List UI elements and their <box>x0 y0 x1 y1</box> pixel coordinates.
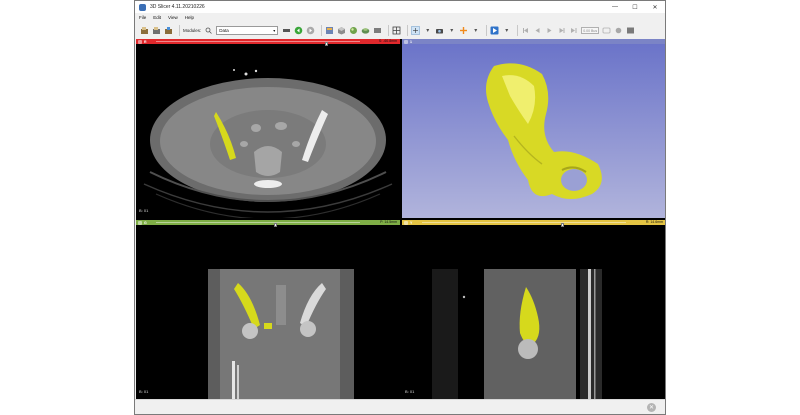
sagittal-ct-image <box>432 269 602 399</box>
toolbar-separator <box>321 25 323 36</box>
placement-icon[interactable] <box>459 26 468 35</box>
time-display-field[interactable]: 0.00 Bus <box>581 27 600 34</box>
screenshot-icon[interactable] <box>435 26 444 35</box>
chevron-down-icon[interactable]: ▾ <box>502 26 511 35</box>
module-search-icon[interactable] <box>204 26 213 35</box>
axial-view-annotation: B: 01 <box>139 208 149 213</box>
3d-view[interactable]: 1 <box>402 39 665 218</box>
maximize-button[interactable]: ☐ <box>625 1 645 13</box>
module-history-icon[interactable] <box>282 26 291 35</box>
menu-file[interactable]: File <box>139 15 146 20</box>
window-controls: — ☐ ✕ <box>605 1 665 13</box>
3d-view-label: 1 <box>410 39 412 44</box>
menu-help[interactable]: Help <box>185 15 194 20</box>
modules-label: Modules: <box>183 28 202 33</box>
transforms-icon[interactable] <box>361 26 370 35</box>
welcome-icon[interactable] <box>325 26 334 35</box>
sagittal-view-label: Y <box>410 220 413 225</box>
toolbar-separator <box>517 25 519 36</box>
coronal-slice-view[interactable]: G P: 14.5mm B: 01 <box>136 220 400 399</box>
sagittal-view-annotation: B: 01 <box>405 389 415 394</box>
coronal-ct-image <box>208 269 354 399</box>
record-icon[interactable] <box>614 26 623 35</box>
toolbar-separator <box>388 25 390 36</box>
axial-slice-view[interactable]: R S: -60.8mm B: 01 <box>136 39 400 218</box>
chevron-down-icon[interactable]: ▾ <box>423 26 432 35</box>
menu-bar: File Edit View Help <box>135 13 665 22</box>
save-icon[interactable] <box>164 26 173 35</box>
toolbar-separator <box>179 25 180 36</box>
chevron-down-icon[interactable]: ▾ <box>447 26 456 35</box>
axial-offset-slider[interactable] <box>156 41 360 46</box>
close-icon[interactable]: ✕ <box>647 403 656 412</box>
previous-frame-icon[interactable] <box>533 26 542 35</box>
first-frame-icon[interactable] <box>521 26 530 35</box>
status-bar: ✕ <box>135 399 665 414</box>
next-frame-icon[interactable] <box>557 26 566 35</box>
chevron-down-icon[interactable]: ▾ <box>471 26 480 35</box>
sagittal-slice-view[interactable]: Y R: 14.6mm B: 01 <box>402 220 665 399</box>
markups-icon[interactable] <box>373 26 382 35</box>
models-icon[interactable] <box>349 26 358 35</box>
coronal-view-label: G <box>144 220 147 225</box>
menu-view[interactable]: View <box>168 15 178 20</box>
pin-icon[interactable] <box>404 39 408 44</box>
coronal-offset-slider[interactable] <box>156 222 360 227</box>
module-selected-value: Data <box>219 28 229 33</box>
chevron-down-icon: ▾ <box>273 28 276 33</box>
main-toolbar: Modules: Data ▾ ▾ ▾ ▾ ▾ 0.00 Bus <box>135 22 665 39</box>
axial-view-label: R <box>144 39 147 44</box>
sagittal-offset-slider[interactable] <box>422 222 626 227</box>
crosshair-icon[interactable] <box>411 26 421 35</box>
interaction-mode-icon[interactable] <box>490 26 499 35</box>
module-selector[interactable]: Data ▾ <box>216 26 279 35</box>
dicom-icon[interactable] <box>152 26 161 35</box>
load-data-icon[interactable] <box>140 26 149 35</box>
toolbar-separator <box>407 25 409 36</box>
repeat-icon[interactable] <box>602 26 611 35</box>
play-icon[interactable] <box>545 26 554 35</box>
pin-icon[interactable] <box>138 220 142 225</box>
view-layout: R S: -60.8mm B: 01 1 G P: 14.5mm B: 01 Y… <box>136 39 665 399</box>
window-title: 3D Slicer 4.11.20210226 <box>150 4 205 10</box>
slicer-window: 3D Slicer 4.11.20210226 — ☐ ✕ File Edit … <box>134 0 666 415</box>
coronal-view-annotation: B: 01 <box>139 389 149 394</box>
3d-render <box>402 44 665 218</box>
toolbar-separator <box>486 25 488 36</box>
pin-icon[interactable] <box>138 39 142 44</box>
pin-icon[interactable] <box>404 220 408 225</box>
layout-icon[interactable] <box>392 26 401 35</box>
volumes-icon[interactable] <box>337 26 346 35</box>
back-icon[interactable] <box>294 26 303 35</box>
title-bar: 3D Slicer 4.11.20210226 — ☐ ✕ <box>135 1 665 13</box>
close-button[interactable]: ✕ <box>645 1 665 13</box>
axial-ct-image <box>143 69 393 218</box>
last-frame-icon[interactable] <box>569 26 578 35</box>
menu-edit[interactable]: Edit <box>153 15 161 20</box>
slicer-app-icon <box>139 3 146 11</box>
forward-icon[interactable] <box>306 26 315 35</box>
extensions-icon[interactable] <box>626 26 635 35</box>
minimize-button[interactable]: — <box>605 1 625 13</box>
